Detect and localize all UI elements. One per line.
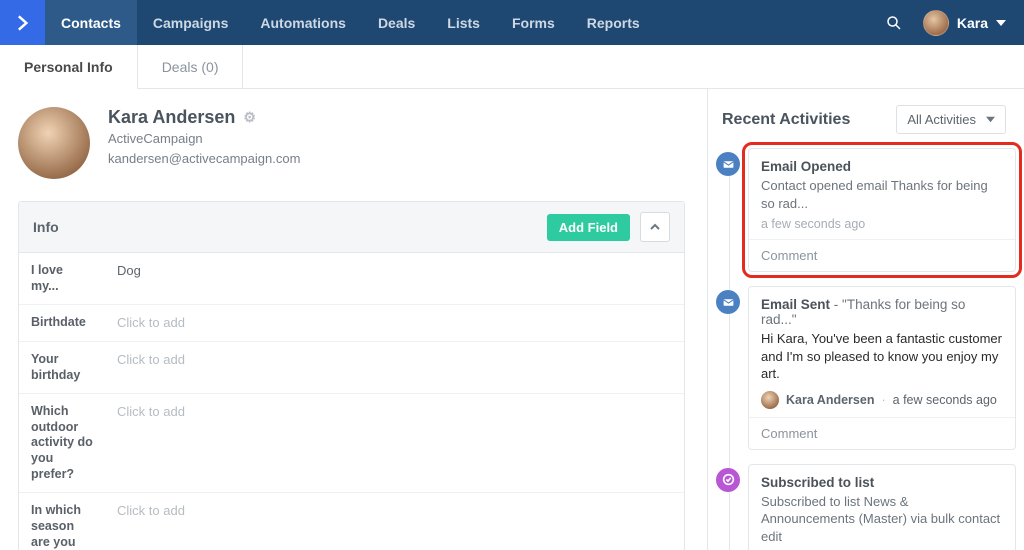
content-area: Kara Andersen ⚙ ActiveCampaign kandersen…: [0, 89, 1024, 550]
activity-desc: Contact opened email Thanks for being so…: [761, 177, 1003, 212]
info-row: In which season are you the most active?…: [19, 493, 684, 550]
activity-desc: Hi Kara, You've been a fantastic custome…: [761, 330, 1003, 383]
info-card: Info Add Field I love my...DogBirthdateC…: [18, 201, 685, 550]
info-field-label: I love my...: [19, 253, 105, 304]
activities-header: Recent Activities All Activities: [708, 105, 1016, 148]
activities-column: Recent Activities All Activities Email O…: [708, 89, 1024, 550]
avatar: [18, 107, 90, 179]
mail-icon: [716, 152, 740, 176]
caret-down-icon: [996, 18, 1006, 28]
nav-item-deals[interactable]: Deals: [362, 0, 431, 45]
activity-item: Subscribed to list Subscribed to list New…: [748, 464, 1016, 550]
chevron-icon: [13, 13, 33, 33]
info-field-label: Birthdate: [19, 305, 105, 341]
info-field-value[interactable]: Click to add: [105, 394, 684, 492]
activity-card: Subscribed to list Subscribed to list New…: [748, 464, 1016, 550]
nav-item-lists[interactable]: Lists: [431, 0, 496, 45]
tab-personal-info[interactable]: Personal Info: [0, 45, 138, 89]
contact-org: ActiveCampaign: [108, 130, 300, 148]
activity-desc: Subscribed to list News & Announcements …: [761, 493, 1003, 546]
info-field-value[interactable]: Click to add: [105, 305, 684, 341]
contact-email: kandersen@activecampaign.com: [108, 150, 300, 168]
user-name: Kara: [957, 15, 988, 31]
comment-button[interactable]: Comment: [749, 239, 1015, 271]
search-icon: [885, 14, 903, 32]
chevron-up-icon: [649, 221, 661, 233]
info-card-header: Info Add Field: [19, 202, 684, 253]
nav-item-reports[interactable]: Reports: [571, 0, 656, 45]
avatar: [923, 10, 949, 36]
caret-down-icon: [986, 115, 995, 124]
activities-filter[interactable]: All Activities: [896, 105, 1006, 134]
activity-item: Email Opened Contact opened email Thanks …: [748, 148, 1016, 272]
filter-label: All Activities: [907, 112, 976, 127]
gear-icon[interactable]: ⚙: [243, 109, 256, 126]
activity-card: Email Opened Contact opened email Thanks …: [748, 148, 1016, 272]
tab-deals[interactable]: Deals (0): [138, 45, 244, 88]
check-icon: [716, 468, 740, 492]
info-field-value[interactable]: Dog: [105, 253, 684, 304]
contact-name: Kara Andersen: [108, 107, 235, 128]
activities-title: Recent Activities: [722, 111, 896, 129]
add-field-button[interactable]: Add Field: [547, 214, 630, 241]
info-title: Info: [33, 219, 547, 235]
nav-item-automations[interactable]: Automations: [244, 0, 362, 45]
activity-item: Email Sent - "Thanks for being so rad...…: [748, 286, 1016, 450]
activity-card: Email Sent - "Thanks for being so rad...…: [748, 286, 1016, 450]
nav-item-contacts[interactable]: Contacts: [45, 0, 137, 45]
user-menu[interactable]: Kara: [917, 10, 1024, 36]
info-field-value[interactable]: Click to add: [105, 342, 684, 393]
info-row: I love my...Dog: [19, 253, 684, 305]
app-logo[interactable]: [0, 0, 45, 45]
profile-header: Kara Andersen ⚙ ActiveCampaign kandersen…: [18, 107, 685, 179]
activity-title: Email Sent - "Thanks for being so rad...…: [761, 297, 1003, 327]
activity-time: a few seconds ago: [893, 393, 997, 407]
left-column: Kara Andersen ⚙ ActiveCampaign kandersen…: [0, 89, 708, 550]
top-nav: ContactsCampaignsAutomationsDealsListsFo…: [0, 0, 1024, 45]
mail-icon: [716, 290, 740, 314]
nav-item-forms[interactable]: Forms: [496, 0, 571, 45]
info-row: BirthdateClick to add: [19, 305, 684, 342]
info-field-label: In which season are you the most active?: [19, 493, 105, 550]
nav-item-campaigns[interactable]: Campaigns: [137, 0, 244, 45]
info-field-label: Which outdoor activity do you prefer?: [19, 394, 105, 492]
tab-label: Personal Info: [24, 59, 113, 75]
info-field-value[interactable]: Click to add: [105, 493, 684, 550]
info-field-label: Your birthday: [19, 342, 105, 393]
activity-title: Subscribed to list: [761, 475, 1003, 490]
tab-label: Deals (0): [162, 59, 219, 75]
activities-timeline: Email Opened Contact opened email Thanks …: [708, 148, 1016, 550]
global-search[interactable]: [871, 14, 917, 32]
info-row: Which outdoor activity do you prefer?Cli…: [19, 394, 684, 493]
avatar: [761, 391, 779, 409]
collapse-button[interactable]: [640, 212, 670, 242]
contact-tabs: Personal Info Deals (0): [0, 45, 1024, 89]
info-row: Your birthdayClick to add: [19, 342, 684, 394]
activity-author: Kara Andersen · a few seconds ago: [761, 391, 1003, 409]
comment-button[interactable]: Comment: [749, 417, 1015, 449]
activity-time: a few seconds ago: [761, 217, 1003, 231]
activity-title: Email Opened: [761, 159, 1003, 174]
